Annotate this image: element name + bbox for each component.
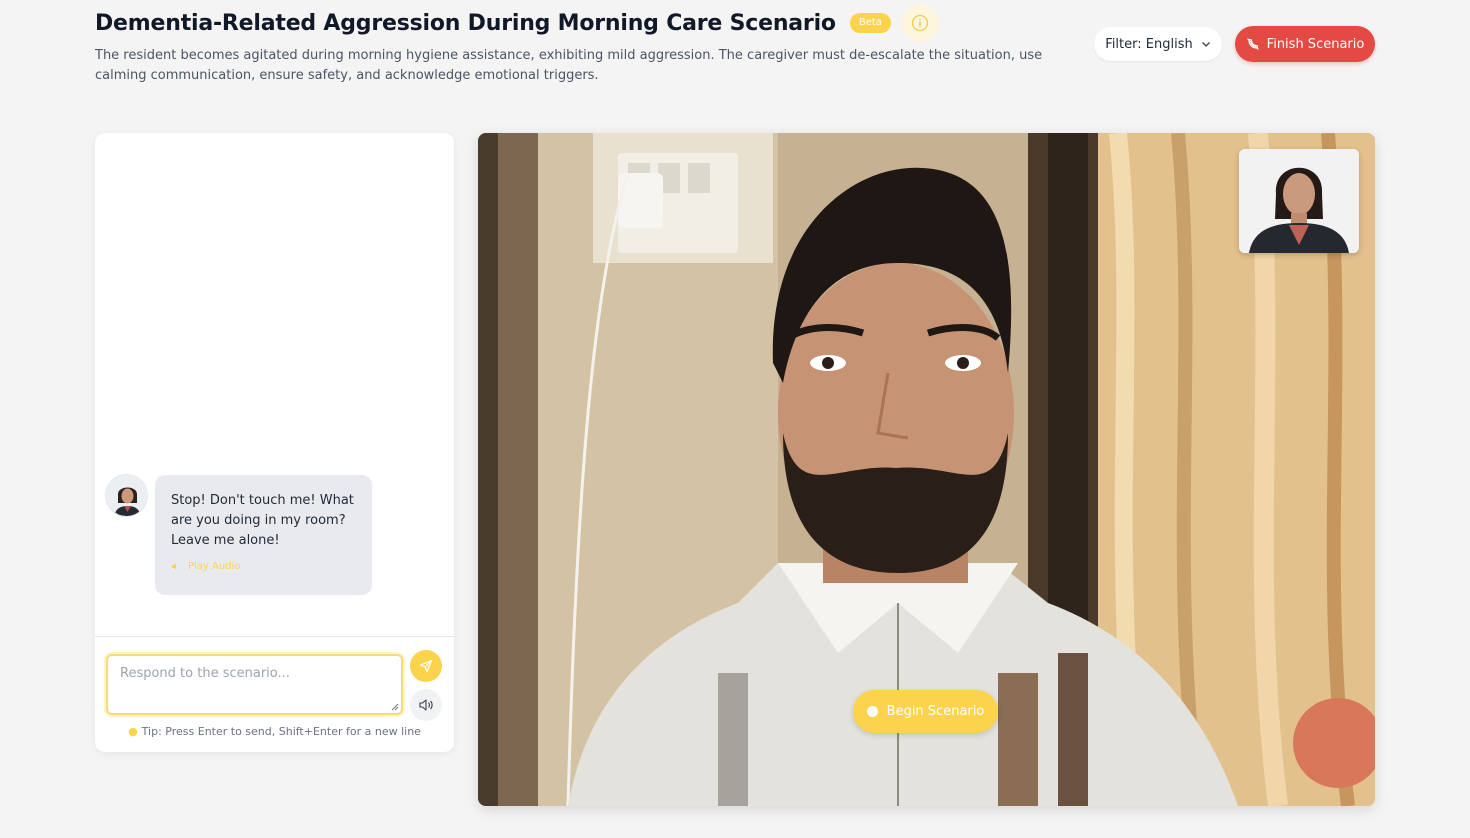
send-icon: [419, 659, 433, 673]
play-audio-label: Play Audio: [188, 561, 241, 572]
lightbulb-icon: ●: [128, 725, 138, 738]
finish-scenario-button[interactable]: Finish Scenario: [1235, 26, 1375, 62]
info-button[interactable]: [900, 4, 939, 42]
finish-scenario-label: Finish Scenario: [1266, 36, 1365, 52]
resident-message-bubble: Stop! Don't touch me! What are you doing…: [155, 475, 372, 595]
language-filter-label: Filter: English: [1105, 36, 1193, 52]
begin-scenario-button[interactable]: Begin Scenario: [853, 690, 998, 733]
play-audio-button[interactable]: Play Audio: [171, 561, 356, 572]
phone-off-icon: [1246, 38, 1259, 50]
input-tip: ● Tip: Press Enter to send, Shift+Enter …: [95, 725, 454, 738]
chat-divider: [95, 636, 454, 637]
chat-panel: Stop! Don't touch me! What are you doing…: [95, 133, 454, 752]
resident-avatar-video: [1239, 149, 1359, 253]
info-icon: [911, 14, 929, 32]
response-input-wrapper: [106, 654, 403, 715]
page-title: Dementia-Related Aggression During Morni…: [95, 10, 836, 36]
voice-toggle-button[interactable]: [410, 689, 442, 721]
record-icon: [866, 706, 878, 717]
video-feed: Begin Scenario: [478, 133, 1375, 806]
volume-icon: [419, 699, 433, 711]
avatar-picture-in-picture: [1239, 149, 1359, 253]
scenario-page: Dementia-Related Aggression During Morni…: [0, 0, 1470, 838]
scenario-description: The resident becomes agitated during mor…: [95, 48, 1043, 83]
speaker-icon: [171, 563, 176, 570]
title-row: Dementia-Related Aggression During Morni…: [95, 4, 1055, 42]
tip-text: Tip: Press Enter to send, Shift+Enter fo…: [141, 725, 421, 738]
scenario-header: Dementia-Related Aggression During Morni…: [95, 4, 1055, 86]
send-button[interactable]: [410, 650, 442, 682]
message-text: Stop! Don't touch me! What are you doing…: [171, 493, 354, 548]
response-input[interactable]: [108, 656, 401, 713]
language-filter-button[interactable]: Filter: English: [1094, 27, 1222, 61]
begin-scenario-label: Begin Scenario: [886, 704, 985, 719]
beta-badge: Beta: [849, 13, 891, 33]
resize-handle-icon[interactable]: [391, 703, 399, 711]
chevron-down-icon: [1201, 42, 1210, 47]
resident-avatar: [105, 474, 148, 517]
